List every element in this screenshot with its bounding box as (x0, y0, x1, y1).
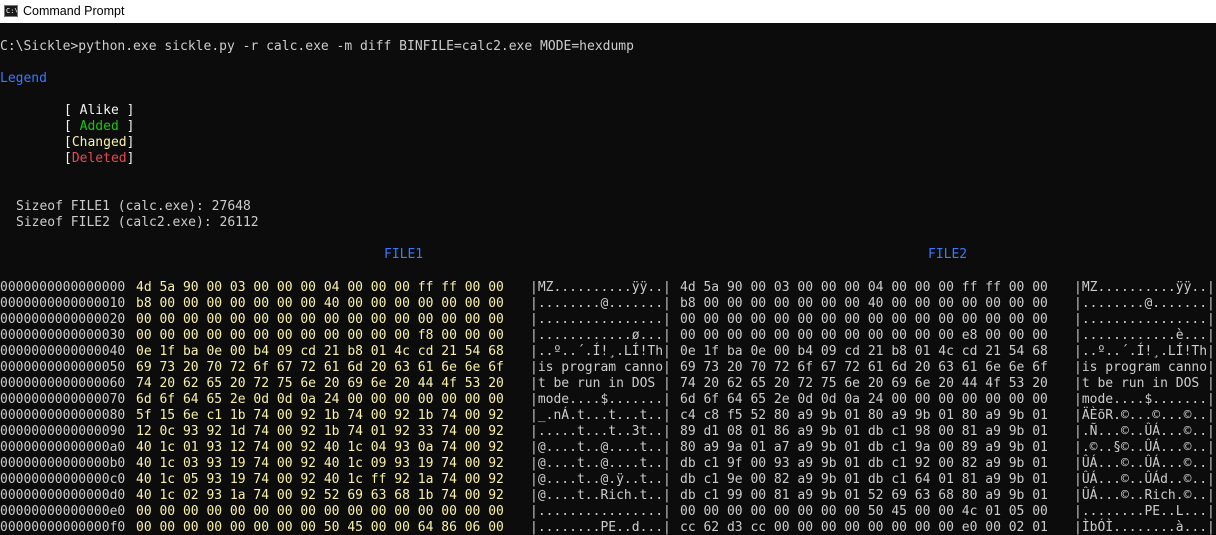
file2-ascii-cell: |ÛÁ...©..ÛÁ...©..| (1074, 456, 1215, 471)
sizeof-file2: Sizeof FILE2 (calc2.exe): 26112 (16, 215, 259, 230)
title-bar[interactable]: C:\ Command Prompt (0, 0, 1216, 24)
file1-ascii-cell: |............ø...| (530, 328, 671, 343)
offset-cell: 0000000000000050 (0, 360, 126, 375)
file1-ascii-cell: |........@.......| (530, 296, 671, 311)
file1-ascii-cell: |MZ..........ÿÿ..| (530, 280, 671, 295)
offset-cell: 00000000000000c0 (0, 472, 126, 487)
file1-hex-cell: 00 00 00 00 00 00 00 00 00 00 00 00 f8 0… (136, 328, 504, 343)
file1-hex-cell: 74 20 62 65 20 72 75 6e 20 69 6e 20 44 4… (136, 376, 504, 391)
file2-hex-cell: db c1 9f 00 93 a9 9b 01 db c1 92 00 82 a… (680, 456, 1048, 471)
offset-cell: 0000000000000040 (0, 344, 126, 359)
offset-cell: 00000000000000b0 (0, 456, 126, 471)
file1-ascii-cell: |.....t...t..3t..| (530, 424, 671, 439)
file1-ascii-cell: |_.nÁ.t...t...t..| (530, 408, 671, 423)
file2-ascii-cell: |.©..§©..ÛÁ...©..| (1074, 440, 1215, 455)
file1-hex-cell: 4d 5a 90 00 03 00 00 00 04 00 00 00 ff f… (136, 280, 504, 295)
file1-hex-cell: 69 73 20 70 72 6f 67 72 61 6d 20 63 61 6… (136, 360, 504, 375)
file2-ascii-cell: |MZ..........ÿÿ..| (1074, 280, 1215, 295)
file1-ascii-cell: |t be run in DOS | (530, 376, 671, 391)
offset-cell: 00000000000000d0 (0, 488, 126, 503)
file1-ascii-cell: |@....t..@....t..| (530, 440, 671, 455)
file2-hex-cell: c4 c8 f5 52 80 a9 9b 01 80 a9 9b 01 80 a… (680, 408, 1048, 423)
file2-ascii-cell: |........PE..L...| (1074, 504, 1215, 519)
command-line: C:\Sickle>python.exe sickle.py -r calc.e… (0, 39, 634, 54)
legend-deleted: [Deleted] (64, 151, 135, 166)
file2-header: FILE2 (928, 247, 968, 262)
legend-changed: [Changed] (64, 135, 135, 150)
legend-alike: [ Alike ] (64, 103, 135, 118)
offset-cell: 00000000000000e0 (0, 504, 126, 519)
file2-ascii-cell: |is program canno| (1074, 360, 1215, 375)
offset-cell: 00000000000000a0 (0, 440, 126, 455)
file2-hex-cell: 80 a9 9a 01 a7 a9 9b 01 db c1 9a 00 89 a… (680, 440, 1048, 455)
file1-hex-cell: 40 1c 02 93 1a 74 00 92 52 69 63 68 1b 7… (136, 488, 504, 503)
offset-cell: 0000000000000060 (0, 376, 126, 391)
file1-header: FILE1 (384, 247, 424, 262)
file1-ascii-cell: |@....t..Rich.t..| (530, 488, 671, 503)
file2-hex-cell: 4d 5a 90 00 03 00 00 00 04 00 00 00 ff f… (680, 280, 1048, 295)
file2-ascii-cell: |mode....$.......| (1074, 392, 1215, 407)
file2-hex-cell: db c1 9e 00 82 a9 9b 01 db c1 64 01 81 a… (680, 472, 1048, 487)
offset-cell: 0000000000000010 (0, 296, 126, 311)
file1-hex-cell: 12 0c 93 92 1d 74 00 92 1b 74 01 92 33 7… (136, 424, 504, 439)
file2-ascii-cell: |ÌbÓÌ........à...| (1074, 520, 1215, 535)
file2-ascii-cell: |ÛÁ...©..Rich.©..| (1074, 488, 1215, 503)
file2-ascii-cell: |........@.......| (1074, 296, 1215, 311)
file2-ascii-cell: |ÛÁ...©..ÛÁd..©..| (1074, 472, 1215, 487)
file2-ascii-cell: |............è...| (1074, 328, 1215, 343)
file2-hex-cell: 89 d1 08 01 86 a9 9b 01 db c1 98 00 81 a… (680, 424, 1048, 439)
offset-cell: 0000000000000030 (0, 328, 126, 343)
file1-ascii-cell: |..º..´.Í!¸.LÍ!Th| (530, 344, 671, 359)
file2-hex-cell: 0e 1f ba 0e 00 b4 09 cd 21 b8 01 4c cd 2… (680, 344, 1048, 359)
sizeof-file1: Sizeof FILE1 (calc.exe): 27648 (16, 199, 251, 214)
file2-hex-cell: 00 00 00 00 00 00 00 00 50 45 00 00 4c 0… (680, 504, 1048, 519)
console-icon: C:\ (4, 5, 18, 17)
file2-hex-cell: 74 20 62 65 20 72 75 6e 20 69 6e 20 44 4… (680, 376, 1048, 391)
file1-hex-cell: 40 1c 05 93 19 74 00 92 40 1c ff 92 1a 7… (136, 472, 504, 487)
file1-ascii-cell: |is program canno| (530, 360, 671, 375)
file1-ascii-cell: |................| (530, 504, 671, 519)
file1-hex-cell: 0e 1f ba 0e 00 b4 09 cd 21 b8 01 4c cd 2… (136, 344, 504, 359)
file2-ascii-cell: |t be run in DOS | (1074, 376, 1215, 391)
file2-hex-cell: 00 00 00 00 00 00 00 00 00 00 00 00 e8 0… (680, 328, 1048, 343)
file1-hex-cell: 00 00 00 00 00 00 00 00 50 45 00 00 64 8… (136, 520, 504, 535)
file1-ascii-cell: |........PE..d...| (530, 520, 671, 535)
legend-added: [ Added ] (64, 119, 135, 134)
file2-hex-cell: cc 62 d3 cc 00 00 00 00 00 00 00 00 e0 0… (680, 520, 1048, 535)
file2-ascii-cell: |ÄÈõR.©...©...©..| (1074, 408, 1215, 423)
window-title: Command Prompt (23, 4, 125, 18)
file1-ascii-cell: |................| (530, 312, 671, 327)
offset-cell: 0000000000000000 (0, 280, 126, 295)
file1-hex-cell: 5f 15 6e c1 1b 74 00 92 1b 74 00 92 1b 7… (136, 408, 504, 423)
file1-hex-cell: 00 00 00 00 00 00 00 00 00 00 00 00 00 0… (136, 504, 504, 519)
file2-hex-cell: 69 73 20 70 72 6f 67 72 61 6d 20 63 61 6… (680, 360, 1048, 375)
file1-hex-cell: 6d 6f 64 65 2e 0d 0d 0a 24 00 00 00 00 0… (136, 392, 504, 407)
file2-hex-cell: b8 00 00 00 00 00 00 00 40 00 00 00 00 0… (680, 296, 1048, 311)
file2-hex-cell: 6d 6f 64 65 2e 0d 0d 0a 24 00 00 00 00 0… (680, 392, 1048, 407)
console-output[interactable]: C:\Sickle>python.exe sickle.py -r calc.e… (0, 23, 1216, 535)
file1-ascii-cell: |mode....$.......| (530, 392, 671, 407)
offset-cell: 0000000000000080 (0, 408, 126, 423)
file2-ascii-cell: |..º..´.Í!¸.LÍ!Th| (1074, 344, 1215, 359)
file2-ascii-cell: |................| (1074, 312, 1215, 327)
file1-ascii-cell: |@....t..@....t..| (530, 456, 671, 471)
offset-cell: 0000000000000070 (0, 392, 126, 407)
offset-cell: 0000000000000020 (0, 312, 126, 327)
file1-hex-cell: 40 1c 01 93 12 74 00 92 40 1c 04 93 0a 7… (136, 440, 504, 455)
file2-ascii-cell: |.Ñ...©..ÛÁ...©..| (1074, 424, 1215, 439)
offset-cell: 0000000000000090 (0, 424, 126, 439)
offset-cell: 00000000000000f0 (0, 520, 126, 535)
file1-hex-cell: 40 1c 03 93 19 74 00 92 40 1c 09 93 19 7… (136, 456, 504, 471)
file2-hex-cell: 00 00 00 00 00 00 00 00 00 00 00 00 00 0… (680, 312, 1048, 327)
legend-heading: Legend (0, 71, 47, 86)
file1-hex-cell: 00 00 00 00 00 00 00 00 00 00 00 00 00 0… (136, 312, 504, 327)
file1-ascii-cell: |@....t..@.ÿ..t..| (530, 472, 671, 487)
file2-hex-cell: db c1 99 00 81 a9 9b 01 52 69 63 68 80 a… (680, 488, 1048, 503)
file1-hex-cell: b8 00 00 00 00 00 00 00 40 00 00 00 00 0… (136, 296, 504, 311)
